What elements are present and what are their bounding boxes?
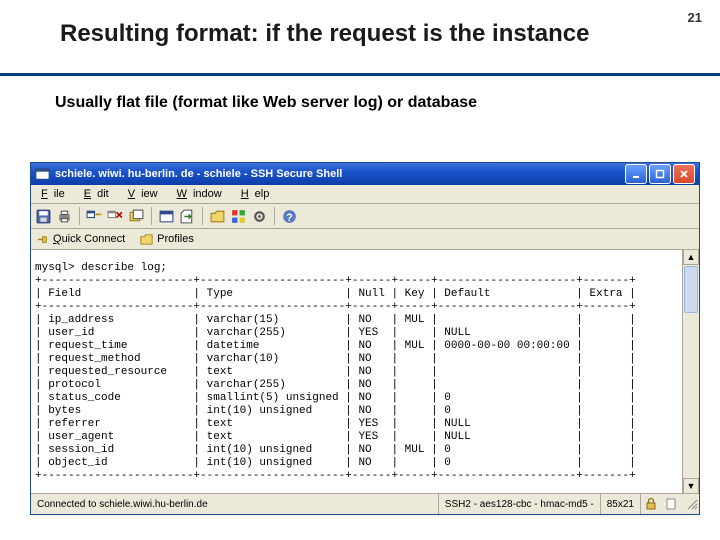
connect-icon[interactable] [86, 208, 103, 225]
window-title: schiele. wiwi. hu-berlin. de - schiele -… [55, 168, 625, 180]
app-icon [35, 167, 50, 182]
menu-help[interactable]: Help [235, 187, 282, 201]
status-connection: Connected to schiele.wiwi.hu-berlin.de [31, 494, 439, 514]
terminal-output[interactable]: mysql> describe log; +------------------… [31, 260, 682, 483]
toolbar-separator [151, 207, 152, 225]
lock-icon [644, 497, 658, 511]
quick-connect-label: Quick Connect [53, 233, 125, 245]
close-button[interactable] [673, 164, 695, 184]
toolbar-separator [79, 207, 80, 225]
ssh-window: schiele. wiwi. hu-berlin. de - schiele -… [30, 162, 700, 515]
status-doc-icon [664, 497, 678, 511]
maximize-button[interactable] [649, 164, 671, 184]
status-cipher: SSH2 - aes128-cbc - hmac-md5 - [439, 494, 601, 514]
quick-connect-bar: Quick Connect Profiles [31, 229, 699, 250]
folder-icon [139, 232, 154, 247]
help-icon[interactable]: ? [281, 208, 298, 225]
quick-connect-button[interactable]: Quick Connect [35, 232, 125, 247]
menu-edit[interactable]: Edit [78, 187, 121, 201]
vertical-scrollbar[interactable]: ▲ ▼ [682, 249, 699, 494]
title-divider [0, 73, 720, 76]
save-icon[interactable] [35, 208, 52, 225]
menu-view[interactable]: View [122, 187, 170, 201]
scroll-thumb[interactable] [684, 266, 698, 313]
svg-text:?: ? [286, 211, 292, 223]
profiles-label: Profiles [157, 233, 194, 245]
profiles-icon[interactable] [128, 208, 145, 225]
scroll-up-button[interactable]: ▲ [683, 249, 699, 265]
file-transfer-icon[interactable] [179, 208, 196, 225]
plug-icon [35, 232, 50, 247]
toolbar: ? [31, 204, 699, 229]
resize-grip[interactable] [681, 497, 699, 511]
colors-icon[interactable] [230, 208, 247, 225]
toolbar-separator [202, 207, 203, 225]
scroll-down-button[interactable]: ▼ [683, 478, 699, 494]
new-terminal-icon[interactable] [158, 208, 175, 225]
minimize-button[interactable] [625, 164, 647, 184]
print-icon[interactable] [56, 208, 73, 225]
menu-file[interactable]: File [35, 187, 77, 201]
window-titlebar[interactable]: schiele. wiwi. hu-berlin. de - schiele -… [31, 163, 699, 185]
page-number: 21 [688, 10, 702, 25]
settings-icon[interactable] [251, 208, 268, 225]
profiles-button[interactable]: Profiles [139, 232, 194, 247]
folder-icon[interactable] [209, 208, 226, 225]
menu-bar: File Edit View Window Help [31, 185, 699, 204]
status-size: 85x21 [601, 494, 641, 514]
subtitle: Usually flat file (format like Web serve… [55, 94, 720, 112]
status-bar: Connected to schiele.wiwi.hu-berlin.de S… [31, 493, 699, 514]
menu-window[interactable]: Window [171, 187, 234, 201]
page-title: Resulting format: if the request is the … [60, 20, 720, 48]
disconnect-icon[interactable] [107, 208, 124, 225]
toolbar-separator [274, 207, 275, 225]
